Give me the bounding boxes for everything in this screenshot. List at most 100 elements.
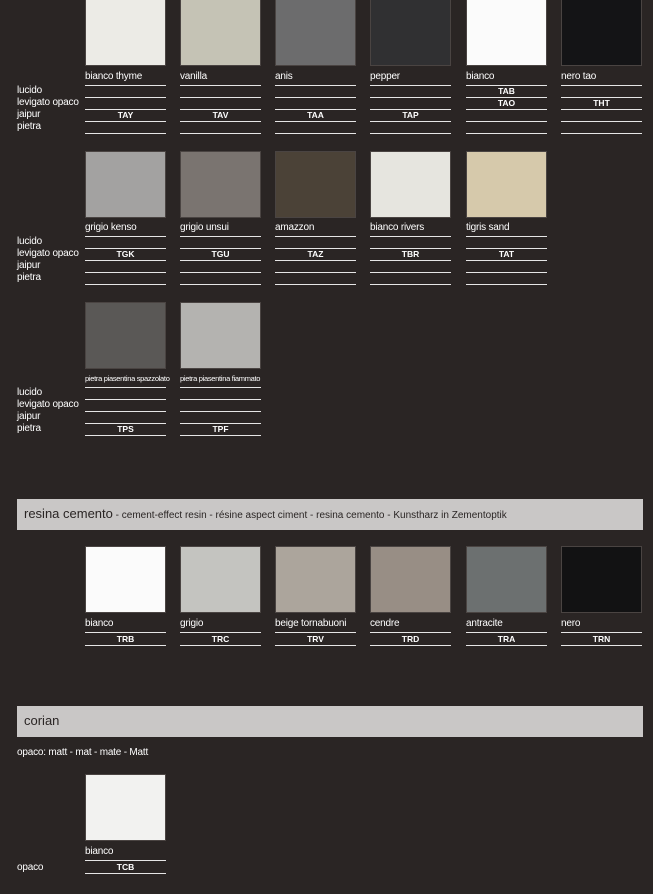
row-divider [85, 121, 166, 122]
row-divider [466, 272, 547, 273]
row-divider [275, 284, 356, 285]
material-swatch [370, 0, 451, 66]
row-divider [370, 85, 451, 86]
material-swatch [466, 151, 547, 218]
finish-label-levigato-opaco: levigato opaco [17, 248, 79, 259]
row-divider [466, 133, 547, 134]
row-divider [275, 236, 356, 237]
row-divider [85, 860, 166, 861]
material-code: TBR [401, 249, 420, 259]
row-divider [466, 632, 547, 633]
corian-name: bianco [85, 846, 114, 857]
resina-cemento-header: resina cemento - cement-effect resin - r… [17, 499, 643, 530]
finish-label-lucido: lucido [17, 236, 42, 247]
material-name: bianco thyme [85, 71, 143, 82]
corian-row-label: opaco [17, 862, 44, 873]
row-divider [466, 260, 547, 261]
finish-label-levigato-opaco: levigato opaco [17, 97, 79, 108]
row-divider [85, 873, 166, 874]
row-divider [561, 121, 642, 122]
row-divider [275, 121, 356, 122]
material-code: TAB [498, 86, 515, 96]
row-divider [180, 387, 261, 388]
row-divider [180, 632, 261, 633]
material-code: TPS [117, 424, 134, 434]
material-swatch [466, 0, 547, 66]
resina-swatch [180, 546, 261, 613]
row-divider [275, 272, 356, 273]
resina-name: bianco [85, 618, 114, 629]
row-divider [370, 645, 451, 646]
material-code: TAZ [307, 249, 324, 259]
resina-code: TRB [116, 634, 135, 644]
resina-name: beige tornabuoni [275, 618, 347, 629]
row-divider [466, 121, 547, 122]
resina-code: TRV [307, 634, 324, 644]
material-swatch [561, 0, 642, 66]
finish-label-jaipur: jaipur [17, 109, 41, 120]
resina-name: nero [561, 618, 581, 629]
row-divider [466, 109, 547, 110]
material-name: bianco [466, 71, 495, 82]
resina-name: antracite [466, 618, 503, 629]
finish-label-pietra: pietra [17, 121, 41, 132]
row-divider [370, 236, 451, 237]
row-divider [85, 435, 166, 436]
row-divider [85, 260, 166, 261]
row-divider [561, 645, 642, 646]
row-divider [85, 387, 166, 388]
row-divider [85, 411, 166, 412]
row-divider [275, 645, 356, 646]
corian-header: corian [17, 706, 643, 737]
row-divider [180, 133, 261, 134]
row-divider [85, 97, 166, 98]
material-code: TGU [211, 249, 230, 259]
resina-swatch [275, 546, 356, 613]
material-name: pietra piasentina fiammato [180, 374, 261, 383]
row-divider [370, 133, 451, 134]
finish-label-lucido: lucido [17, 85, 42, 96]
material-swatch [85, 302, 166, 369]
material-code: TAY [117, 110, 134, 120]
row-divider [180, 97, 261, 98]
resina-swatch [85, 546, 166, 613]
finish-label-lucido: lucido [17, 387, 42, 398]
material-name: grigio kenso [85, 222, 137, 233]
row-divider [370, 284, 451, 285]
material-swatch [180, 151, 261, 218]
row-divider [180, 645, 261, 646]
corian-code: TCB [116, 862, 135, 872]
row-divider [180, 272, 261, 273]
row-divider [561, 133, 642, 134]
resina-code: TRD [401, 634, 420, 644]
row-divider [275, 133, 356, 134]
resina-name: cendre [370, 618, 400, 629]
material-name: pietra piasentina spazzolato [85, 374, 170, 383]
material-swatch [275, 0, 356, 66]
row-divider [85, 632, 166, 633]
material-code: THT [593, 98, 610, 108]
material-name: grigio unsui [180, 222, 229, 233]
row-divider [85, 85, 166, 86]
finish-label-jaipur: jaipur [17, 411, 41, 422]
finish-label-pietra: pietra [17, 423, 41, 434]
corian-title: corian [24, 713, 60, 728]
resina-subtitle: - cement-effect resin - résine aspect ci… [112, 510, 507, 521]
row-divider [370, 632, 451, 633]
material-swatch [85, 0, 166, 66]
row-divider [180, 260, 261, 261]
material-swatch [85, 151, 166, 218]
row-divider [370, 121, 451, 122]
material-code: TGK [116, 249, 135, 259]
row-divider [180, 284, 261, 285]
row-divider [275, 632, 356, 633]
material-swatch [180, 0, 261, 66]
resina-title: resina cemento [24, 506, 113, 521]
material-code: TAV [212, 110, 229, 120]
material-swatch [370, 151, 451, 218]
resina-code: TRN [592, 634, 611, 644]
corian-note: opaco: matt - mat - mate - Matt [17, 747, 149, 758]
row-divider [180, 121, 261, 122]
row-divider [466, 236, 547, 237]
row-divider [561, 632, 642, 633]
